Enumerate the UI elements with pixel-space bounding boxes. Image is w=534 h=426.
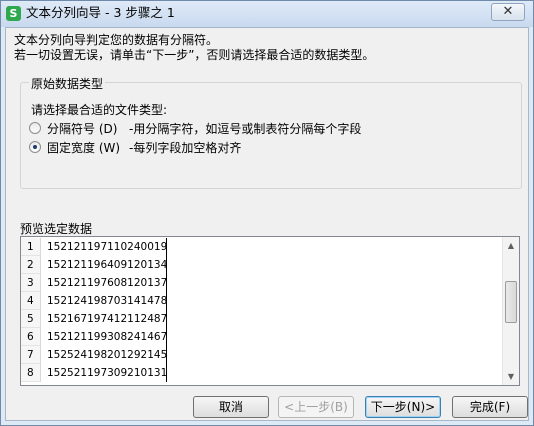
row-value: 152521197309210131 bbox=[41, 364, 167, 382]
row-value: 152121197110240019 bbox=[41, 238, 167, 256]
back-button[interactable]: <上一步(B) bbox=[278, 396, 354, 418]
intro-text: 文本分列向导判定您的数据有分隔符。 若一切设置无误，请单击“下一步”，否则请选择… bbox=[14, 33, 374, 63]
cancel-button[interactable]: 取消 bbox=[193, 396, 269, 418]
group-title: 原始数据类型 bbox=[29, 75, 106, 92]
preview-row: 5 152167197412112487 bbox=[21, 310, 167, 328]
row-number: 5 bbox=[21, 310, 41, 328]
radio-fixed-width[interactable]: 固定宽度 (W) -每列字段加空格对齐 bbox=[29, 139, 241, 155]
preview-row: 7 152524198201292145 bbox=[21, 346, 167, 364]
radio-button-icon[interactable] bbox=[29, 122, 41, 134]
preview-scrollbar[interactable]: ▲ ▼ bbox=[502, 237, 519, 385]
file-type-prompt: 请选择最合适的文件类型: bbox=[31, 103, 168, 117]
radio-delimited[interactable]: 分隔符号 (D) -用分隔字符，如逗号或制表符分隔每个字段 bbox=[29, 120, 361, 136]
row-number: 1 bbox=[21, 238, 41, 256]
preview-rows: 1 152121197110240019 2 15212119640912013… bbox=[21, 238, 167, 382]
row-number: 6 bbox=[21, 328, 41, 346]
row-number: 4 bbox=[21, 292, 41, 310]
preview-label: 预览选定数据 bbox=[20, 222, 93, 236]
radio-delimited-label[interactable]: 分隔符号 (D) bbox=[47, 120, 129, 137]
close-button[interactable]: ✕ bbox=[491, 3, 525, 21]
scroll-up-arrow-icon[interactable]: ▲ bbox=[503, 237, 519, 254]
intro-line-1: 文本分列向导判定您的数据有分隔符。 bbox=[14, 33, 219, 47]
radio-button-checked-icon[interactable] bbox=[29, 141, 41, 153]
original-data-type-group: 原始数据类型 请选择最合适的文件类型: 分隔符号 (D) -用分隔字符，如逗号或… bbox=[20, 75, 522, 189]
row-number: 2 bbox=[21, 256, 41, 274]
preview-row: 3 152121197608120137 bbox=[21, 274, 167, 292]
finish-button[interactable]: 完成(F) bbox=[452, 396, 528, 418]
preview-row: 8 152521197309210131 bbox=[21, 364, 167, 382]
scroll-down-arrow-icon[interactable]: ▼ bbox=[503, 368, 519, 385]
row-value: 152124198703141478 bbox=[41, 292, 167, 310]
intro-line-2: 若一切设置无误，请单击“下一步”，否则请选择最合适的数据类型。 bbox=[14, 48, 375, 62]
radio-delimited-desc: -用分隔字符，如逗号或制表符分隔每个字段 bbox=[129, 121, 362, 136]
radio-fixed-width-desc: -每列字段加空格对齐 bbox=[129, 140, 242, 155]
data-preview-pane[interactable]: 1 152121197110240019 2 15212119640912013… bbox=[20, 236, 520, 386]
row-value: 152121199308241467 bbox=[41, 328, 167, 346]
dialog-body: 文本分列向导判定您的数据有分隔符。 若一切设置无误，请单击“下一步”，否则请选择… bbox=[5, 27, 529, 421]
radio-fixed-width-label[interactable]: 固定宽度 (W) bbox=[47, 139, 129, 156]
preview-row: 6 152121199308241467 bbox=[21, 328, 167, 346]
row-number: 3 bbox=[21, 274, 41, 292]
wps-app-icon: S bbox=[6, 6, 21, 21]
row-number: 7 bbox=[21, 346, 41, 364]
row-value: 152121196409120134 bbox=[41, 256, 167, 274]
preview-row: 4 152124198703141478 bbox=[21, 292, 167, 310]
row-number: 8 bbox=[21, 364, 41, 382]
preview-row: 2 152121196409120134 bbox=[21, 256, 167, 274]
preview-row: 1 152121197110240019 bbox=[21, 238, 167, 256]
row-value: 152121197608120137 bbox=[41, 274, 167, 292]
row-value: 152167197412112487 bbox=[41, 310, 167, 328]
scrollbar-thumb[interactable] bbox=[505, 281, 517, 323]
row-value: 152524198201292145 bbox=[41, 346, 167, 364]
text-to-columns-wizard-window: S 文本分列向导 - 3 步骤之 1 ✕ 文本分列向导判定您的数据有分隔符。 若… bbox=[0, 0, 534, 426]
next-button[interactable]: 下一步(N)> bbox=[365, 396, 441, 418]
title-bar[interactable]: S 文本分列向导 - 3 步骤之 1 ✕ bbox=[1, 1, 533, 27]
window-title: 文本分列向导 - 3 步骤之 1 bbox=[26, 5, 175, 20]
